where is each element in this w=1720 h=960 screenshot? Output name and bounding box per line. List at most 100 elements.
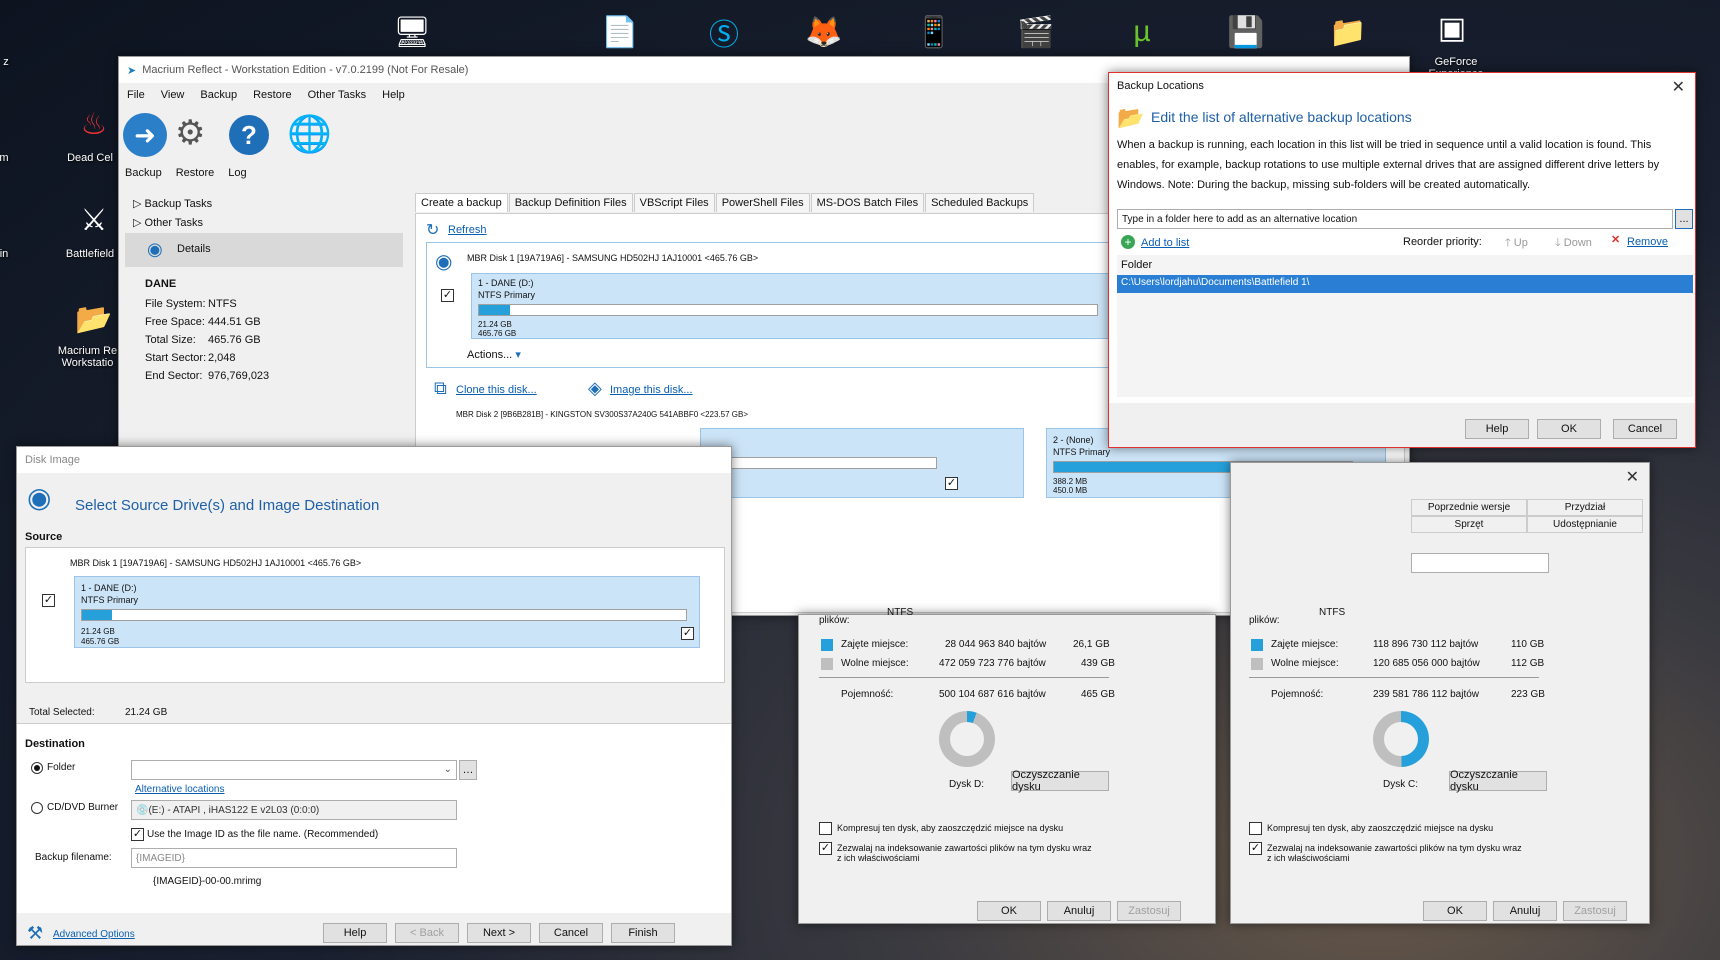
tab-msdos-batch-files[interactable]: MS-DOS Batch Files <box>810 193 925 212</box>
advanced-options-link[interactable]: Advanced Options <box>53 929 135 940</box>
index-checkbox[interactable]: ✓ <box>1249 842 1262 855</box>
media-icon[interactable]: 📱 <box>910 8 958 56</box>
actions-menu[interactable]: Actions... ▾ <box>467 348 521 361</box>
disk-cleanup-button[interactable]: Oczyszczanie dysku <box>1011 769 1109 793</box>
up-button[interactable]: 🡑 Up <box>1505 234 1528 253</box>
tab-quota[interactable]: Przydział <box>1527 499 1643 516</box>
disk1-partition[interactable]: 1 - DANE (D:) NTFS Primary 21.24 GB 465.… <box>471 273 1121 339</box>
toolbar-tab-restore[interactable]: Restore <box>176 167 215 179</box>
cancel-button[interactable]: Cancel <box>1613 419 1677 439</box>
cancel-button[interactable]: Anuluj <box>1047 901 1111 921</box>
macrium-icon[interactable]: 📂 <box>70 295 118 343</box>
tab-hardware[interactable]: Sprzęt <box>1411 516 1527 533</box>
down-button[interactable]: 🡓 Down <box>1555 234 1592 253</box>
save-disk-icon[interactable]: 💾 <box>1222 8 1270 56</box>
image-disk-link[interactable]: Image this disk... <box>610 384 693 396</box>
source-disk-checkbox[interactable]: ✓ <box>42 594 55 607</box>
compress-checkbox[interactable] <box>819 822 832 835</box>
tree-other-tasks[interactable]: ▷ Other Tasks <box>133 216 203 229</box>
tab-sharing[interactable]: Udostępnianie <box>1527 516 1643 533</box>
close-icon[interactable]: ✕ <box>1672 77 1685 97</box>
add-icon[interactable]: + <box>1121 235 1135 249</box>
partition-checkbox[interactable]: ✓ <box>945 477 958 490</box>
location-row[interactable]: C:\Users\lordjahu\Documents\Battlefield … <box>1117 275 1693 293</box>
close-icon[interactable]: ✕ <box>1626 467 1639 487</box>
clone-disk-icon[interactable]: ⧉ <box>434 378 447 399</box>
disk2-partition-1[interactable]: ✓ <box>700 428 1024 498</box>
skype-icon[interactable]: Ⓢ <box>700 8 748 56</box>
disk1-checkbox[interactable]: ✓ <box>441 289 454 302</box>
cd-burner-select[interactable]: 💿 (E:) - ATAPI , iHAS122 E v2L03 (0:0:0) <box>131 800 457 820</box>
used-gb: 110 GB <box>1511 639 1545 650</box>
menu-other-tasks[interactable]: Other Tasks <box>308 89 367 101</box>
video-editor-icon[interactable]: 🎬 <box>1012 8 1060 56</box>
tab-backup-definition-files[interactable]: Backup Definition Files <box>508 193 633 212</box>
tab-scheduled-backups[interactable]: Scheduled Backups <box>925 193 1035 212</box>
add-to-list-link[interactable]: Add to list <box>1141 237 1189 249</box>
advanced-options-icon[interactable]: ⚒ <box>27 923 43 944</box>
tab-create-backup[interactable]: Create a backup <box>415 193 508 212</box>
cd-burner-radio[interactable] <box>31 802 43 814</box>
apply-button[interactable]: Zastosuj <box>1563 901 1627 921</box>
clone-disk-link[interactable]: Clone this disk... <box>456 384 537 396</box>
remove-x-icon[interactable]: ✕ <box>1611 233 1620 246</box>
settings-gears-icon[interactable]: ⚙ <box>175 113 205 153</box>
utorrent-icon[interactable]: µ <box>1118 8 1166 56</box>
cancel-button[interactable]: Cancel <box>539 923 603 943</box>
browse-button[interactable]: ... <box>1675 209 1693 229</box>
dead-cells-icon[interactable]: ♨ <box>70 100 118 148</box>
menu-backup[interactable]: Backup <box>200 89 237 101</box>
toolbar-tab-backup[interactable]: Backup <box>125 167 162 179</box>
menu-view[interactable]: View <box>161 89 185 101</box>
menu-help[interactable]: Help <box>382 89 405 101</box>
edge-label-2: m <box>0 152 9 164</box>
disk-cleanup-button[interactable]: Oczyszczanie dysku <box>1449 769 1547 793</box>
remove-link[interactable]: Remove <box>1627 236 1668 248</box>
ok-button[interactable]: OK <box>977 901 1041 921</box>
tree-backup-tasks[interactable]: ▷ Backup Tasks <box>133 197 212 210</box>
alternative-locations-link[interactable]: Alternative locations <box>135 784 225 795</box>
tab-previous-versions[interactable]: Poprzednie wersje <box>1411 499 1527 516</box>
apply-button[interactable]: Zastosuj <box>1117 901 1181 921</box>
menu-file[interactable]: File <box>127 89 145 101</box>
ok-button[interactable]: OK <box>1423 901 1487 921</box>
cancel-button[interactable]: Anuluj <box>1493 901 1557 921</box>
alt-location-input[interactable]: Type in a folder here to add as an alter… <box>1117 209 1673 229</box>
ok-button[interactable]: OK <box>1537 419 1601 439</box>
source-partition[interactable]: 1 - DANE (D:) NTFS Primary 21.24 GB 465.… <box>74 576 700 648</box>
tab-vbscript-files[interactable]: VBScript Files <box>633 193 715 212</box>
browse-button[interactable]: … <box>459 760 477 780</box>
source-disk-header: MBR Disk 1 [19A719A6] - SAMSUNG HD502HJ … <box>70 558 362 568</box>
backup-disk-icon[interactable]: ➜ <box>123 113 167 157</box>
help-button[interactable]: Help <box>323 923 387 943</box>
geforce-icon[interactable]: ▣ <box>1428 4 1476 52</box>
volume-label-input[interactable] <box>1411 553 1549 573</box>
backup-filename-input[interactable]: {IMAGEID} <box>131 848 457 868</box>
folder-doc-icon[interactable]: 📁 <box>1324 8 1372 56</box>
use-image-id-checkbox[interactable]: ✓ <box>131 828 144 841</box>
tab-powershell-files[interactable]: PowerShell Files <box>715 193 810 212</box>
folder-radio[interactable] <box>31 762 43 774</box>
up-label: Up <box>1513 237 1528 249</box>
back-button[interactable]: < Back <box>395 923 459 943</box>
refresh-link[interactable]: Refresh <box>448 224 487 236</box>
desktop-shortcut-icon[interactable]: 🖥 <box>388 8 436 56</box>
menu-restore[interactable]: Restore <box>253 89 292 101</box>
toolbar-tab-log[interactable]: Log <box>228 167 246 179</box>
free-bytes: 120 685 056 000 bajtów <box>1373 658 1480 669</box>
battlefield-icon[interactable]: ⚔ <box>70 196 118 244</box>
document-icon[interactable]: 📄 <box>596 8 644 56</box>
index-checkbox[interactable]: ✓ <box>819 842 832 855</box>
folder-path-input[interactable]: ⌄ <box>131 760 457 780</box>
partition-checkbox[interactable]: ✓ <box>681 627 694 640</box>
finish-button[interactable]: Finish <box>611 923 675 943</box>
tree-details[interactable]: ◉ Details <box>125 233 403 267</box>
globe-icon[interactable]: 🌐 <box>287 113 332 155</box>
help-icon[interactable]: ? <box>229 115 269 155</box>
next-button[interactable]: Next > <box>467 923 531 943</box>
refresh-icon[interactable]: ↻ <box>426 220 439 240</box>
help-button[interactable]: Help <box>1465 419 1529 439</box>
image-disk-icon[interactable]: ◈ <box>588 378 602 399</box>
compress-checkbox[interactable] <box>1249 822 1262 835</box>
gimp-icon[interactable]: 🦊 <box>800 8 848 56</box>
